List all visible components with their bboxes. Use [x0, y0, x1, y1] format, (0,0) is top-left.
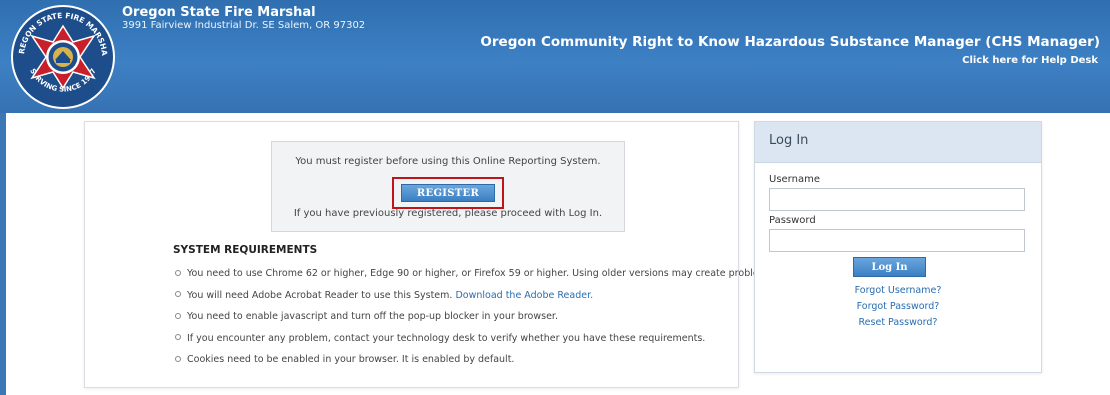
register-box: You must register before using this Onli…	[271, 141, 625, 232]
login-panel: Log In Username Password Log In Forgot U…	[754, 121, 1042, 373]
site-header: OREGON STATE FIRE MARSHAL SERVING SINCE …	[0, 0, 1110, 113]
requirement-item: You need to use Chrome 62 or higher, Edg…	[175, 268, 776, 290]
password-input[interactable]	[769, 229, 1025, 252]
help-desk-link[interactable]: Click here for Help Desk	[962, 55, 1098, 66]
register-button[interactable]: REGISTER	[401, 184, 495, 202]
org-address: 3991 Fairview Industrial Dr. SE Salem, O…	[122, 20, 366, 31]
username-label: Username	[769, 174, 820, 185]
requirement-item: Cookies need to be enabled in your brows…	[175, 354, 776, 376]
app-title: Oregon Community Right to Know Hazardous…	[480, 34, 1100, 50]
register-sub-message: If you have previously registered, pleas…	[293, 208, 603, 219]
bullet-icon	[175, 312, 181, 319]
system-requirements-list: You need to use Chrome 62 or higher, Edg…	[175, 268, 776, 376]
login-button[interactable]: Log In	[853, 257, 926, 277]
requirement-item: You need to enable javascript and turn o…	[175, 311, 776, 333]
bullet-icon	[175, 291, 181, 297]
register-highlight-box: REGISTER	[392, 177, 504, 209]
download-adobe-reader-link[interactable]: Download the Adobe Reader.	[455, 290, 593, 301]
login-title: Log In	[769, 133, 809, 148]
username-input[interactable]	[769, 188, 1025, 211]
requirement-item: If you encounter any problem, contact yo…	[175, 333, 776, 355]
system-requirements-title: SYSTEM REQUIREMENTS	[173, 244, 318, 256]
bullet-icon	[175, 355, 181, 362]
requirement-item: You will need Adobe Acrobat Reader to us…	[175, 290, 776, 312]
fire-marshal-seal-logo: OREGON STATE FIRE MARSHAL SERVING SINCE …	[10, 4, 115, 109]
password-label: Password	[769, 215, 816, 226]
forgot-username-link[interactable]: Forgot Username?	[755, 285, 1041, 296]
reset-password-link[interactable]: Reset Password?	[755, 317, 1041, 328]
main-content-panel: You must register before using this Onli…	[84, 121, 776, 388]
org-name: Oregon State Fire Marshal	[122, 5, 316, 20]
bullet-icon	[175, 334, 181, 340]
register-message: You must register before using this Onli…	[295, 156, 601, 167]
bullet-icon	[175, 269, 181, 276]
login-panel-header: Log In	[755, 122, 1041, 163]
forgot-password-link[interactable]: Forgot Password?	[755, 301, 1041, 312]
